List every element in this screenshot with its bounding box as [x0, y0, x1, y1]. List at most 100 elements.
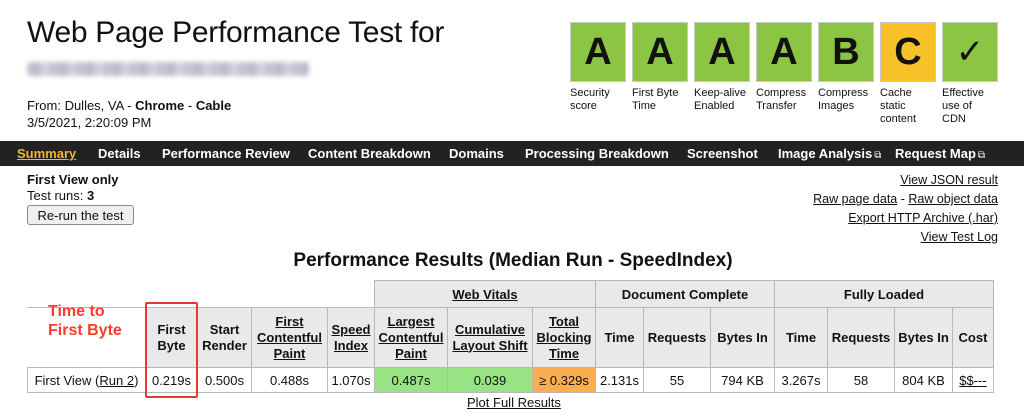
cost-value[interactable]: $$--- [952, 367, 994, 393]
run-link[interactable]: Run 2 [99, 373, 134, 388]
cost-link[interactable]: $$--- [959, 373, 986, 388]
nav-image-analysis[interactable]: Image Analysis ⧉ [778, 146, 881, 161]
fl-requests-value: 58 [827, 367, 895, 393]
grade-compress-images[interactable]: B Compress Images [818, 22, 874, 113]
connection-type: Cable [195, 98, 232, 113]
nav-processing-breakdown[interactable]: Processing Breakdown [525, 146, 669, 161]
lcp-header[interactable]: Largest Contentful Paint [374, 307, 448, 368]
grade-label: Compress Transfer [756, 87, 807, 112]
view-json-link[interactable]: View JSON result [900, 173, 998, 187]
blurred-url [27, 62, 309, 76]
grade-label: Compress Images [818, 87, 869, 112]
web-vitals-group[interactable]: Web Vitals [374, 280, 596, 308]
fl-requests-header: Requests [827, 307, 895, 368]
row-label: First View (Run 2) [27, 367, 146, 393]
lcp-header-link[interactable]: Largest Contentful Paint [379, 314, 444, 361]
nav-label: Screenshot [687, 146, 758, 161]
nav-request-map[interactable]: Request Map ⧉ [895, 146, 985, 161]
fcp-value: 0.488s [251, 367, 328, 393]
rerun-test-button[interactable]: Re-run the test [27, 205, 134, 225]
dc-requests-header: Requests [643, 307, 711, 368]
grade-badge[interactable]: A [756, 22, 812, 82]
nav-summary[interactable]: Summary [17, 146, 76, 161]
grade-security-score[interactable]: A Security score [570, 22, 626, 113]
cls-header[interactable]: Cumulative Layout Shift [447, 307, 533, 368]
nav-label: Processing Breakdown [525, 146, 669, 161]
grade-label: Security score [570, 87, 610, 112]
grade-badge[interactable]: A [632, 22, 688, 82]
grade-compress-transfer[interactable]: A Compress Transfer [756, 22, 812, 113]
nav-details[interactable]: Details [98, 146, 141, 161]
export-har-link[interactable]: Export HTTP Archive (.har) [848, 211, 998, 225]
grade-effective-cdn[interactable]: ✓ Effective use of CDN [942, 22, 998, 126]
nav-screenshot[interactable]: Screenshot [687, 146, 758, 161]
speed-index-header-link[interactable]: Speed Index [331, 322, 370, 353]
dc-time-header: Time [595, 307, 644, 368]
lcp-value: 0.487s [374, 367, 448, 393]
fcp-header[interactable]: First Contentful Paint [251, 307, 328, 368]
speed-index-value: 1.070s [327, 367, 375, 393]
grade-keep-alive[interactable]: A Keep-alive Enabled [694, 22, 750, 113]
fl-bytes-header: Bytes In [894, 307, 953, 368]
page-title: Web Page Performance Test for [27, 16, 445, 49]
raw-object-data-link[interactable]: Raw object data [908, 192, 998, 206]
start-render-header: Start Render [197, 307, 252, 368]
external-link-icon: ⧉ [874, 150, 882, 161]
navbar: Summary Details Performance Review Conte… [0, 141, 1024, 166]
test-runs-label: Test runs: [27, 188, 87, 203]
fcp-header-link[interactable]: First Contentful Paint [257, 314, 322, 361]
nav-label: Domains [449, 146, 504, 161]
cls-value: 0.039 [447, 367, 533, 393]
results-title: Performance Results (Median Run - SpeedI… [0, 250, 1024, 272]
ttfb-annotation-line2: First Byte [48, 322, 122, 339]
test-runs: Test runs: 3 [27, 188, 94, 203]
fl-time-header: Time [774, 307, 828, 368]
grade-label: First Byte Time [632, 87, 679, 112]
from-prefix: From: [27, 98, 65, 113]
separator: - [184, 98, 196, 113]
grade-badge[interactable]: ✓ [942, 22, 998, 82]
nav-domains[interactable]: Domains [449, 146, 504, 161]
row-label-text: First View ( [34, 372, 100, 388]
ttfb-highlight-box [145, 302, 198, 398]
fully-loaded-group: Fully Loaded [774, 280, 994, 308]
tbt-header-link[interactable]: Total Blocking Time [537, 314, 592, 361]
dc-requests-value: 55 [643, 367, 711, 393]
dc-bytes-header: Bytes In [710, 307, 775, 368]
grade-first-byte-time[interactable]: A First Byte Time [632, 22, 688, 113]
cls-header-link[interactable]: Cumulative Layout Shift [452, 322, 527, 353]
fl-bytes-value: 804 KB [894, 367, 953, 393]
document-complete-group: Document Complete [595, 280, 775, 308]
cost-header: Cost [952, 307, 994, 368]
test-runs-value: 3 [86, 188, 95, 203]
start-render-value: 0.500s [197, 367, 252, 393]
grade-badge[interactable]: A [694, 22, 750, 82]
nav-label: Summary [17, 146, 77, 161]
nav-label: Image Analysis [778, 146, 873, 161]
from-location: Dulles, VA - [64, 98, 136, 113]
dc-bytes-value: 794 KB [710, 367, 775, 393]
first-view-only-label: First View only [27, 172, 119, 187]
grade-badge[interactable]: B [818, 22, 874, 82]
raw-page-data-link[interactable]: Raw page data [813, 192, 897, 206]
grade-label: Cache static content [880, 87, 917, 125]
view-test-log-link[interactable]: View Test Log [921, 230, 998, 244]
test-location: From: Dulles, VA - Chrome - Cable [27, 98, 231, 113]
ttfb-annotation-line1: Time to [48, 303, 105, 320]
grade-badge[interactable]: A [570, 22, 626, 82]
links-separator: - [897, 192, 909, 206]
speed-index-header[interactable]: Speed Index [327, 307, 375, 368]
external-link-icon: ⧉ [977, 150, 986, 161]
dc-time-value: 2.131s [595, 367, 644, 393]
tbt-value: ≥ 0.329s [532, 367, 596, 393]
tbt-header[interactable]: Total Blocking Time [532, 307, 596, 368]
nav-label: Details [98, 146, 141, 161]
web-vitals-link[interactable]: Web Vitals [452, 287, 517, 302]
nav-label: Performance Review [162, 146, 290, 161]
nav-content-breakdown[interactable]: Content Breakdown [308, 146, 431, 161]
grade-badge[interactable]: C [880, 22, 936, 82]
plot-full-results-link[interactable]: Plot Full Results [467, 395, 561, 410]
nav-performance-review[interactable]: Performance Review [162, 146, 290, 161]
grade-cache-static[interactable]: C Cache static content [880, 22, 936, 126]
nav-label: Content Breakdown [308, 146, 431, 161]
